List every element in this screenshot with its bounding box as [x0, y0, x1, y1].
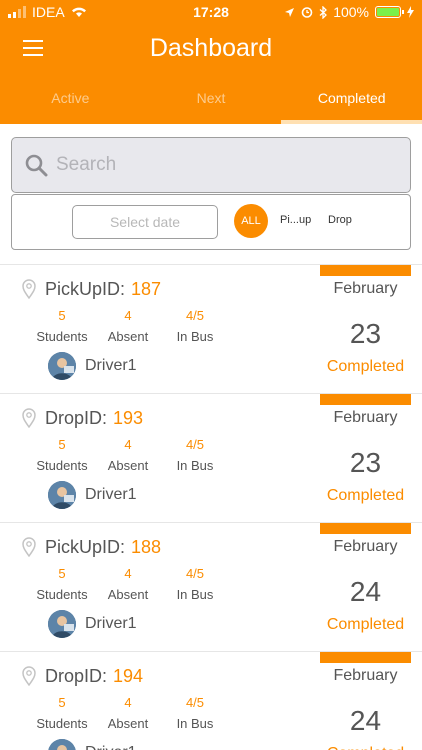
trip-id: 193	[113, 408, 144, 428]
battery-level	[377, 8, 399, 16]
trip-id-row: DropID: 194	[45, 666, 143, 687]
app-bar: Dashboard	[0, 24, 422, 74]
alarm-icon	[301, 7, 313, 18]
trip-card[interactable]: DropID: 194 5 4 4/5 Students Absent In Bu…	[0, 651, 422, 750]
trip-month: February	[333, 538, 398, 555]
in-bus-label: In Bus	[176, 716, 214, 731]
trip-id-row: PickUpID: 188	[45, 537, 161, 558]
trip-list: PickUpID: 187 5 4 4/5 Students Absent In …	[0, 264, 422, 750]
location-arrow-icon	[285, 7, 295, 17]
filter-bar: Select date ALL Pi...up Drop	[11, 194, 411, 250]
driver-name: Driver1	[85, 486, 137, 503]
trip-status: Completed	[320, 745, 411, 750]
driver-name: Driver1	[85, 744, 137, 750]
trip-status: Completed	[326, 616, 405, 633]
trip-month: February	[333, 280, 398, 297]
driver-avatar	[48, 352, 76, 380]
date-stripe	[320, 394, 411, 405]
location-pin-icon	[22, 408, 36, 428]
driver-avatar	[48, 610, 76, 638]
filter-chip-drop[interactable]: Drop	[328, 214, 352, 226]
search-icon	[25, 154, 48, 177]
trip-type-label: PickUpID:	[45, 537, 126, 557]
in-bus-label: In Bus	[176, 329, 214, 344]
trip-tabs: Active Next Completed	[0, 74, 422, 124]
trip-type-label: DropID:	[45, 666, 108, 686]
in-bus-count: 4/5	[185, 308, 205, 323]
trip-id-row: DropID: 193	[45, 408, 143, 429]
date-stripe	[320, 523, 411, 534]
page-title: Dashboard	[149, 34, 273, 62]
status-bar-right: 100%	[284, 4, 414, 20]
in-bus-count: 4/5	[185, 566, 205, 581]
date-stripe	[320, 652, 411, 663]
trip-card[interactable]: PickUpID: 187 5 4 4/5 Students Absent In …	[0, 264, 422, 393]
trip-card[interactable]: DropID: 193 5 4 4/5 Students Absent In Bu…	[0, 393, 422, 522]
in-bus-label: In Bus	[176, 587, 214, 602]
trip-day: 24	[349, 705, 382, 736]
location-pin-icon	[22, 279, 36, 299]
in-bus-count: 4/5	[185, 695, 205, 710]
trip-status: Completed	[326, 358, 405, 375]
trip-day: 23	[349, 447, 382, 478]
driver-name: Driver1	[85, 615, 137, 632]
driver-avatar	[48, 739, 76, 750]
charging-icon	[407, 6, 414, 18]
trip-status: Completed	[326, 487, 405, 504]
search-input[interactable]	[56, 154, 376, 176]
trip-id: 194	[113, 666, 144, 686]
trip-card[interactable]: PickUpID: 188 5 4 4/5 Students Absent In …	[0, 522, 422, 651]
trip-type-label: PickUpID:	[45, 279, 126, 299]
filter-chip-all[interactable]: ALL	[234, 204, 268, 238]
trip-id: 188	[131, 537, 162, 557]
trip-id-row: PickUpID: 187	[45, 279, 161, 300]
bluetooth-icon	[319, 5, 328, 19]
trip-id: 187	[131, 279, 162, 299]
trip-day: 24	[349, 576, 382, 607]
trip-month: February	[333, 667, 398, 684]
filter-chip-pickup[interactable]: Pi...up	[280, 214, 311, 226]
location-pin-icon	[22, 537, 36, 557]
date-stripe	[320, 265, 411, 276]
trip-day: 23	[349, 318, 382, 349]
trip-type-label: DropID:	[45, 408, 108, 428]
status-bar: IDEA 17:28 100%	[0, 0, 422, 24]
driver-name: Driver1	[85, 357, 137, 374]
driver-avatar	[48, 481, 76, 509]
in-bus-count: 4/5	[185, 437, 205, 452]
in-bus-label: In Bus	[176, 458, 214, 473]
select-date-button[interactable]: Select date	[72, 205, 218, 239]
tab-active[interactable]: Active	[0, 74, 141, 124]
tab-completed[interactable]: Completed	[281, 74, 422, 124]
trip-month: February	[333, 409, 398, 426]
battery-icon	[375, 6, 404, 18]
battery-percent: 100%	[333, 4, 369, 20]
tab-next[interactable]: Next	[141, 74, 282, 124]
location-pin-icon	[22, 666, 36, 686]
search-bar	[11, 137, 411, 193]
